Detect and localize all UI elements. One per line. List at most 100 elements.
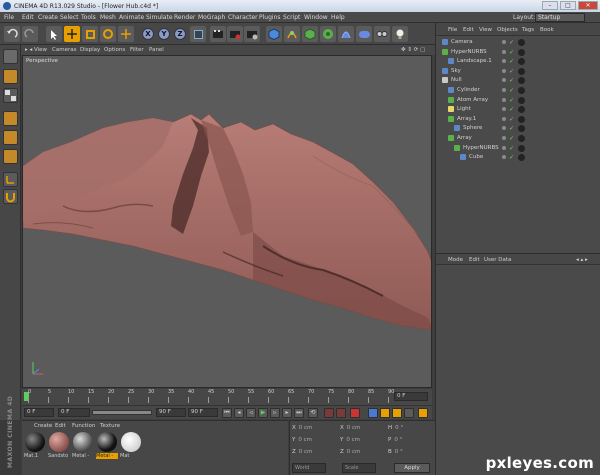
visibility-dot-icon[interactable] [502, 126, 506, 131]
rotation-key-icon[interactable] [392, 408, 402, 418]
object-name[interactable]: Array [457, 135, 472, 141]
object-row[interactable]: Array ✓ [436, 134, 600, 143]
visibility-dot-icon[interactable] [502, 145, 506, 150]
visibility-dot-icon[interactable] [502, 155, 506, 160]
scale-key-icon[interactable] [380, 408, 390, 418]
redo-icon[interactable] [22, 26, 38, 42]
loop-icon[interactable]: ⟲ [308, 408, 318, 418]
visibility-dot-icon[interactable] [502, 88, 506, 92]
next-frame-icon[interactable]: ▹ [270, 408, 280, 418]
menu-animate[interactable]: Animate [119, 14, 144, 21]
object-row[interactable]: Cylinder ✓ [436, 86, 600, 95]
subdivision-surface-icon[interactable] [302, 26, 318, 42]
object-menu-tags[interactable]: Tags [522, 27, 534, 33]
object-name[interactable]: HyperNURBS [451, 49, 487, 55]
menu-window[interactable]: Window [304, 14, 328, 21]
transform-icon[interactable] [118, 26, 134, 42]
object-row[interactable]: Light ✓ [436, 105, 600, 114]
layout-select[interactable]: Startup [535, 13, 585, 22]
enable-check-icon[interactable]: ✓ [509, 77, 514, 84]
previous-key-icon[interactable]: ◂ [234, 408, 244, 418]
menu-mograph[interactable]: MoGraph [198, 14, 225, 21]
texture-mode-icon[interactable] [3, 88, 18, 103]
material-tag-icon[interactable] [518, 58, 525, 66]
material-menu-function[interactable]: Function [72, 423, 95, 429]
menu-render[interactable]: Render [174, 14, 195, 21]
coordinate-system-icon[interactable] [190, 26, 206, 42]
deformer-icon[interactable] [338, 26, 354, 42]
z-axis-lock-icon[interactable]: Z [172, 26, 188, 42]
menu-script[interactable]: Script [283, 14, 300, 21]
object-name[interactable]: Landscape.1 [457, 58, 492, 64]
size-x-field[interactable]: X0 cm [340, 425, 385, 433]
perspective-viewport[interactable]: Perspective [22, 55, 432, 388]
visibility-dot-icon[interactable] [502, 116, 506, 121]
visibility-dot-icon[interactable] [502, 68, 506, 73]
visibility-dot-icon[interactable] [502, 59, 506, 64]
cube-primitive-icon[interactable] [266, 26, 282, 42]
enable-check-icon[interactable]: ✓ [509, 154, 514, 161]
size-y-field[interactable]: Y0 cm [340, 437, 385, 445]
maximize-button[interactable]: □ [560, 1, 576, 10]
position-y-field[interactable]: Y0 cm [292, 437, 337, 445]
object-row[interactable]: Null ✓ [436, 76, 600, 85]
menu-select[interactable]: Select [60, 14, 79, 21]
attribute-menu-user-data[interactable]: User Data [484, 257, 511, 263]
visibility-dot-icon[interactable] [502, 78, 506, 83]
preview-start-field[interactable]: 0 F [58, 408, 90, 417]
enable-check-icon[interactable]: ✓ [509, 87, 514, 94]
object-menu-file[interactable]: File [448, 27, 457, 33]
preview-end-field[interactable]: 90 F [156, 408, 186, 417]
object-name[interactable]: Cylinder [457, 87, 480, 93]
undo-icon[interactable] [4, 26, 20, 42]
scale-icon[interactable] [82, 26, 98, 42]
object-name[interactable]: HyperNURBS [463, 145, 499, 151]
rotation-p-field[interactable]: P0 ° [388, 437, 433, 445]
object-menu-objects[interactable]: Objects [497, 27, 518, 33]
material-tag-icon[interactable] [518, 87, 525, 94]
enable-check-icon[interactable]: ✓ [509, 116, 514, 123]
viewport-menu-cameras[interactable]: Cameras [52, 47, 76, 53]
material-swatch-selected[interactable]: Metal - [96, 432, 118, 462]
snap-icon[interactable] [3, 189, 18, 204]
axis-mode-icon[interactable] [3, 172, 18, 187]
environment-icon[interactable] [356, 26, 372, 42]
live-selection-icon[interactable] [46, 26, 62, 42]
viewport-menu-panel[interactable]: Panel [149, 47, 164, 53]
position-x-field[interactable]: X0 cm [292, 425, 337, 433]
menu-file[interactable]: File [4, 14, 14, 21]
menu-character[interactable]: Character [228, 14, 258, 21]
render-view-icon[interactable] [210, 26, 226, 42]
object-row[interactable]: Camera ✓ [436, 38, 600, 47]
parameter-key-icon[interactable] [404, 408, 414, 418]
material-tag-icon[interactable] [518, 154, 525, 162]
object-row[interactable]: Landscape.1 ✓ [436, 57, 600, 66]
object-name[interactable]: Cube [469, 154, 483, 160]
visibility-dot-icon[interactable] [502, 40, 506, 44]
object-row[interactable]: Array.1 ✓ [436, 115, 600, 124]
close-button[interactable]: ✕ [578, 1, 598, 10]
menu-simulate[interactable]: Simulate [146, 14, 173, 21]
make-editable-icon[interactable] [3, 49, 18, 64]
visibility-dot-icon[interactable] [502, 136, 506, 140]
autokey-icon[interactable] [336, 408, 346, 418]
play-icon[interactable]: ▶ [258, 408, 268, 418]
material-tag-icon[interactable] [518, 48, 525, 56]
menu-create[interactable]: Create [38, 14, 58, 21]
object-row[interactable]: Sphere ✓ [436, 124, 600, 133]
attribute-menu-mode[interactable]: Mode [448, 257, 463, 263]
points-mode-icon[interactable] [3, 111, 18, 126]
material-tag-icon[interactable] [518, 144, 525, 152]
rotation-b-field[interactable]: B0 ° [388, 449, 433, 457]
camera-icon[interactable] [374, 26, 390, 42]
object-row[interactable]: Cube ✓ [436, 153, 600, 162]
material-swatch[interactable]: Sandsto [48, 432, 70, 462]
enable-check-icon[interactable]: ✓ [509, 68, 514, 75]
material-tag-icon[interactable] [518, 106, 525, 114]
size-z-field[interactable]: Z0 cm [340, 449, 385, 457]
material-swatch[interactable]: Mat [120, 432, 142, 462]
object-name[interactable]: Null [451, 77, 462, 83]
preview-range-slider[interactable] [92, 410, 152, 415]
position-key-icon[interactable] [368, 408, 378, 418]
move-icon[interactable] [64, 26, 80, 42]
